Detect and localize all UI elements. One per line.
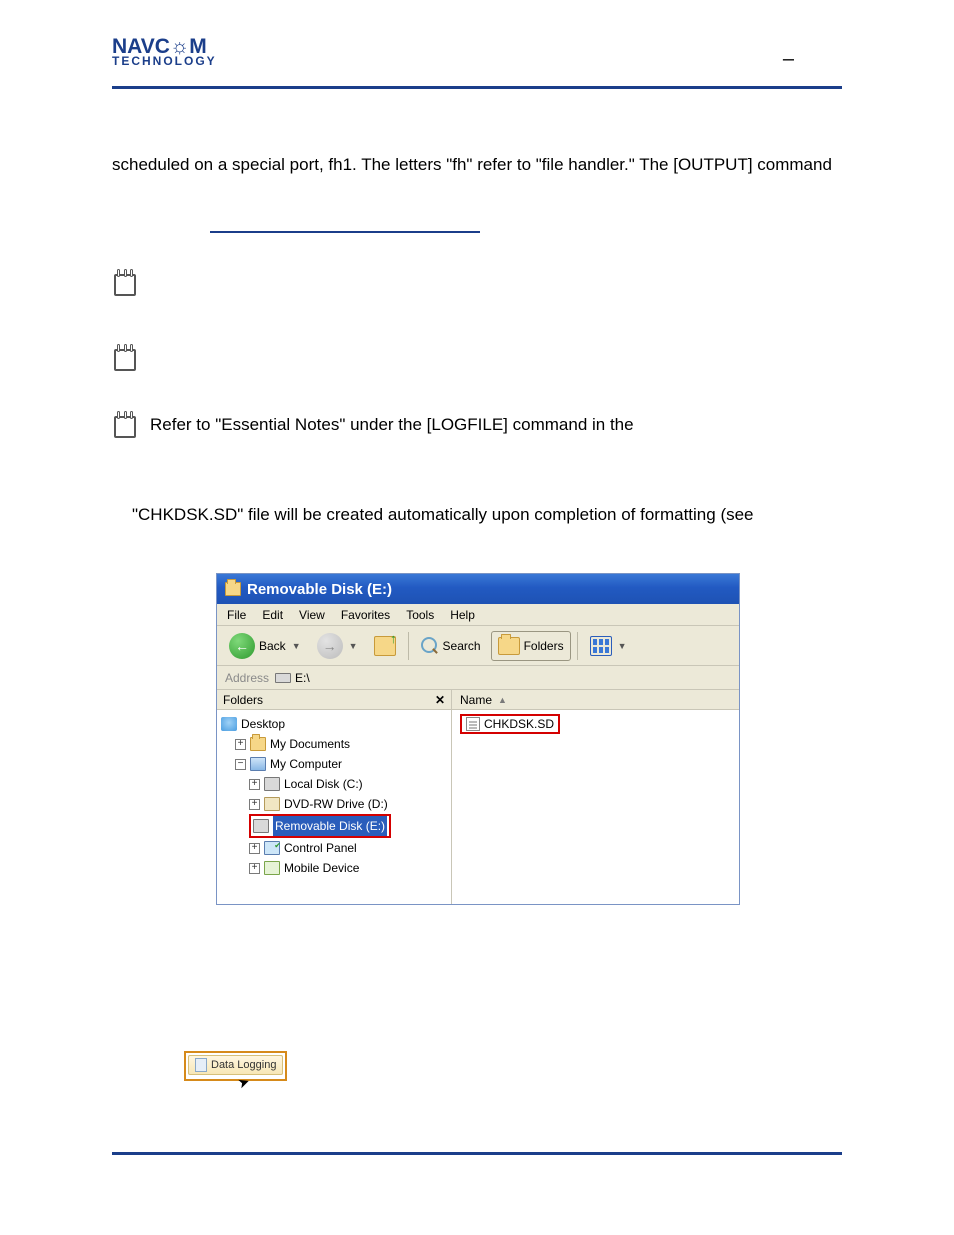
- dvd-icon: [264, 797, 280, 811]
- tree-mobile[interactable]: + Mobile Device: [249, 858, 447, 878]
- tree-desktop-label: Desktop: [241, 714, 285, 734]
- logo: NAVC☼M TECHNOLOGY: [112, 38, 217, 67]
- folder-icon: [498, 637, 520, 655]
- folders-pane: Folders ✕ Desktop + My Documents −: [217, 690, 452, 904]
- window-title: Removable Disk (E:): [247, 581, 392, 598]
- expand-icon[interactable]: +: [249, 779, 260, 790]
- expand-icon[interactable]: +: [235, 739, 246, 750]
- expand-icon[interactable]: +: [249, 863, 260, 874]
- notepad-icon: [112, 343, 138, 371]
- files-pane: Name ▲ CHKDSK.SD: [452, 690, 739, 904]
- footer-rule: [112, 1152, 842, 1155]
- notepad-icon: [112, 410, 138, 438]
- note-3: Refer to "Essential Notes" under the [LO…: [112, 410, 842, 438]
- address-field[interactable]: E:\: [275, 671, 731, 685]
- computer-icon: [250, 757, 266, 771]
- close-icon[interactable]: ✕: [435, 693, 445, 707]
- header-rule: [112, 86, 842, 89]
- folders-pane-title: Folders: [223, 693, 263, 707]
- tree-removable[interactable]: Removable Disk (E:): [249, 814, 447, 838]
- tree-dvd-label: DVD-RW Drive (D:): [284, 794, 388, 814]
- search-button[interactable]: Search: [415, 631, 487, 661]
- collapse-icon[interactable]: −: [235, 759, 246, 770]
- tree-removable-label: Removable Disk (E:): [273, 816, 387, 836]
- folder-open-icon: [225, 582, 241, 596]
- views-icon: [590, 636, 612, 656]
- up-button[interactable]: [368, 631, 402, 661]
- explorer-body: Folders ✕ Desktop + My Documents −: [217, 690, 739, 904]
- tree-control[interactable]: + Control Panel: [249, 838, 447, 858]
- file-name: CHKDSK.SD: [484, 717, 554, 731]
- chevron-down-icon[interactable]: ▼: [349, 641, 358, 651]
- tree-mobile-label: Mobile Device: [284, 858, 359, 878]
- expand-icon[interactable]: +: [249, 843, 260, 854]
- tree-dvd[interactable]: + DVD-RW Drive (D:): [249, 794, 447, 814]
- views-button[interactable]: ▼: [584, 631, 633, 661]
- tree-localdisk-label: Local Disk (C:): [284, 774, 363, 794]
- mobile-device-icon: [264, 861, 280, 875]
- folders-label: Folders: [524, 639, 564, 653]
- tree-desktop[interactable]: Desktop: [221, 714, 447, 734]
- forward-arrow-icon: →: [317, 633, 343, 659]
- menu-edit[interactable]: Edit: [262, 608, 283, 622]
- address-label: Address: [225, 671, 269, 685]
- folder-icon: [250, 737, 266, 751]
- forward-button[interactable]: → ▼: [311, 631, 364, 661]
- drive-icon: [275, 673, 291, 683]
- menu-file[interactable]: File: [227, 608, 246, 622]
- paragraph-1: scheduled on a special port, fh1. The le…: [112, 152, 842, 178]
- folder-up-icon: [374, 636, 396, 656]
- data-logging-button[interactable]: Data Logging: [188, 1055, 283, 1075]
- back-label: Back: [259, 639, 286, 653]
- file-item-chkdsk[interactable]: CHKDSK.SD: [460, 714, 560, 734]
- tree-mydocs-label: My Documents: [270, 734, 350, 754]
- search-label: Search: [443, 639, 481, 653]
- window-titlebar[interactable]: Removable Disk (E:): [217, 574, 739, 604]
- back-arrow-icon: ←: [229, 633, 255, 659]
- menu-view[interactable]: View: [299, 608, 325, 622]
- disk-icon: [264, 777, 280, 791]
- tree-control-label: Control Panel: [284, 838, 357, 858]
- underline-link-placeholder: [210, 231, 480, 233]
- toolbar: ← Back ▼ → ▼ Search Folders: [217, 626, 739, 666]
- file-icon: [466, 717, 480, 731]
- toolbar-separator: [577, 632, 578, 660]
- tree-mycomp[interactable]: − My Computer: [235, 754, 447, 774]
- desktop-icon: [221, 717, 237, 731]
- menu-favorites[interactable]: Favorites: [341, 608, 390, 622]
- menu-tools[interactable]: Tools: [406, 608, 434, 622]
- notepad-icon: [112, 268, 138, 296]
- note-3-text: Refer to "Essential Notes" under the [LO…: [150, 410, 634, 437]
- sort-asc-icon: ▲: [498, 695, 507, 705]
- menu-bar: File Edit View Favorites Tools Help: [217, 604, 739, 626]
- chevron-down-icon[interactable]: ▼: [618, 641, 627, 651]
- address-bar: Address E:\: [217, 666, 739, 690]
- column-name-label: Name: [460, 693, 492, 707]
- tree-mycomp-label: My Computer: [270, 754, 342, 774]
- removable-disk-icon: [253, 819, 269, 833]
- logo-line2: TECHNOLOGY: [112, 55, 217, 67]
- tree-mydocs[interactable]: + My Documents: [235, 734, 447, 754]
- control-panel-icon: [264, 841, 280, 855]
- toolbar-separator: [408, 632, 409, 660]
- folder-tree: Desktop + My Documents − My Computer +: [217, 710, 451, 882]
- expand-icon[interactable]: +: [249, 799, 260, 810]
- note-1: [112, 268, 842, 296]
- column-header-name[interactable]: Name ▲: [452, 690, 739, 710]
- data-logging-label: Data Logging: [211, 1059, 276, 1071]
- paragraph-2: "CHKDSK.SD" file will be created automat…: [132, 502, 842, 528]
- search-icon: [421, 637, 439, 655]
- menu-help[interactable]: Help: [450, 608, 475, 622]
- explorer-window: Removable Disk (E:) File Edit View Favor…: [216, 573, 740, 905]
- address-value: E:\: [295, 671, 310, 685]
- header-dash: –: [783, 48, 794, 71]
- folders-pane-header: Folders ✕: [217, 690, 451, 710]
- note-2: [112, 343, 842, 371]
- tree-localdisk[interactable]: + Local Disk (C:): [249, 774, 447, 794]
- chevron-down-icon[interactable]: ▼: [292, 641, 301, 651]
- back-button[interactable]: ← Back ▼: [223, 631, 307, 661]
- folders-button[interactable]: Folders: [491, 631, 571, 661]
- document-icon: [195, 1058, 207, 1072]
